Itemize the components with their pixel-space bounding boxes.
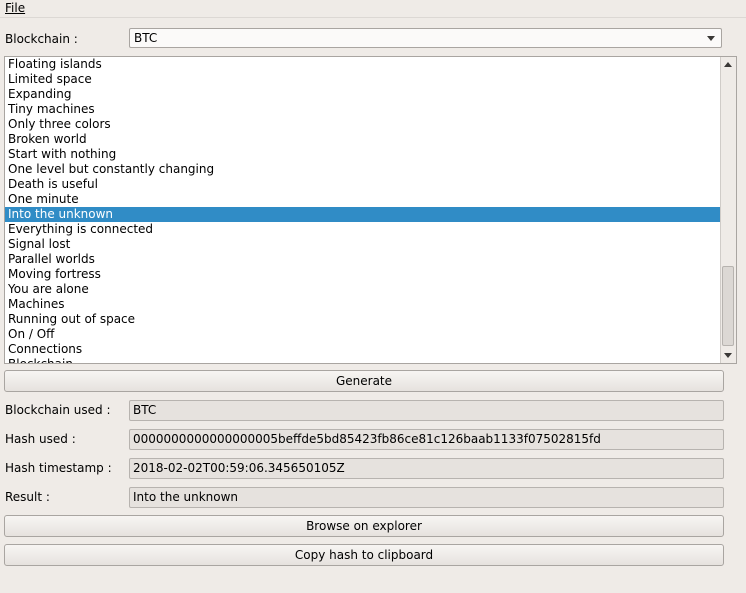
result-field[interactable]: Into the unknown: [129, 487, 724, 508]
list-item[interactable]: Limited space: [5, 72, 722, 87]
list-item[interactable]: Expanding: [5, 87, 722, 102]
theme-list[interactable]: Floating islands Limited space Expanding Ti…: [4, 56, 737, 364]
list-item[interactable]: You are alone: [5, 282, 722, 297]
list-item[interactable]: Tiny machines: [5, 102, 722, 117]
blockchain-used-value: BTC: [133, 403, 157, 417]
list-item[interactable]: Into the unknown: [5, 207, 722, 222]
hash-used-value: 0000000000000000005beffde5bd85423fb86ce8…: [133, 432, 601, 446]
list-item[interactable]: Machines: [5, 297, 722, 312]
hash-used-field[interactable]: 0000000000000000005beffde5bd85423fb86ce8…: [129, 429, 724, 450]
menu-file-label: File: [5, 1, 26, 15]
list-item[interactable]: Floating islands: [5, 57, 722, 72]
hash-used-label: Hash used :: [5, 432, 76, 446]
result-label: Result :: [5, 490, 50, 504]
scrollbar-thumb[interactable]: [722, 266, 734, 346]
list-item[interactable]: Connections: [5, 342, 722, 357]
list-item[interactable]: Only three colors: [5, 117, 722, 132]
blockchain-select[interactable]: BTC: [129, 28, 722, 48]
theme-list-items: Floating islands Limited space Expanding Ti…: [5, 57, 722, 363]
list-item[interactable]: Moving fortress: [5, 267, 722, 282]
generate-button[interactable]: Generate: [4, 370, 724, 392]
list-item[interactable]: Running out of space: [5, 312, 722, 327]
list-item[interactable]: One minute: [5, 192, 722, 207]
blockchain-used-label: Blockchain used :: [5, 403, 111, 417]
blockchain-label: Blockchain :: [5, 32, 78, 46]
hash-timestamp-value: 2018-02-02T00:59:06.345650105Z: [133, 461, 345, 475]
result-value: Into the unknown: [133, 490, 239, 504]
list-item[interactable]: Blockchain: [5, 357, 722, 363]
list-item[interactable]: Signal lost: [5, 237, 722, 252]
list-item[interactable]: On / Off: [5, 327, 722, 342]
list-item[interactable]: Start with nothing: [5, 147, 722, 162]
browse-explorer-button[interactable]: Browse on explorer: [4, 515, 724, 537]
copy-hash-button[interactable]: Copy hash to clipboard: [4, 544, 724, 566]
hash-timestamp-field[interactable]: 2018-02-02T00:59:06.345650105Z: [129, 458, 724, 479]
scroll-down-arrow-icon[interactable]: [724, 353, 732, 358]
list-item[interactable]: Parallel worlds: [5, 252, 722, 267]
list-item[interactable]: Death is useful: [5, 177, 722, 192]
list-scrollbar[interactable]: [720, 57, 736, 363]
chevron-down-icon[interactable]: [707, 36, 715, 41]
menu-bar: File: [0, 0, 746, 18]
blockchain-used-field[interactable]: BTC: [129, 400, 724, 421]
list-item[interactable]: Broken world: [5, 132, 722, 147]
hash-timestamp-label: Hash timestamp :: [5, 461, 112, 475]
blockchain-select-value: BTC: [134, 31, 158, 45]
list-item[interactable]: One level but constantly changing: [5, 162, 722, 177]
menu-file[interactable]: File: [5, 0, 25, 16]
list-item[interactable]: Everything is connected: [5, 222, 722, 237]
scroll-up-arrow-icon[interactable]: [724, 62, 732, 67]
